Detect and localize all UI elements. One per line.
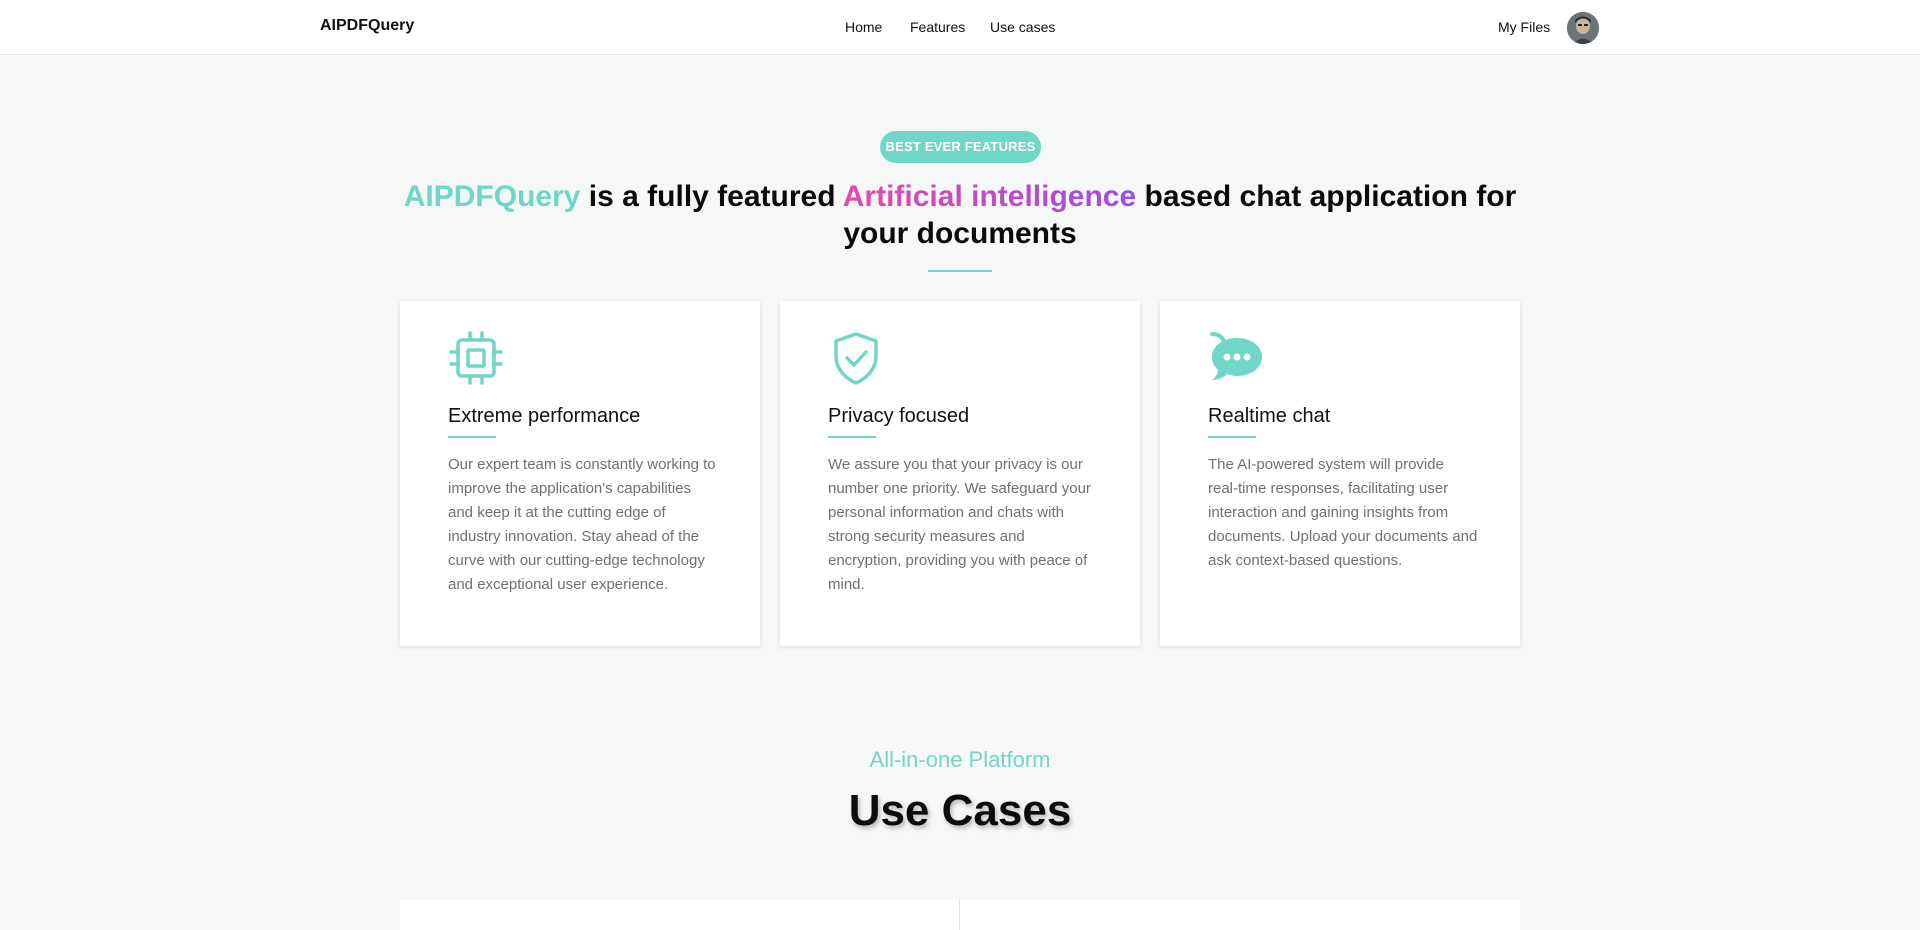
panel-divider [959, 900, 960, 930]
feature-title-underline [448, 436, 496, 438]
chat-bubble-icon [1208, 330, 1264, 386]
feature-title-underline [828, 436, 876, 438]
feature-description: We assure you that your privacy is our n… [828, 456, 1091, 593]
headline-underline [928, 270, 992, 272]
top-navbar: AIPDFQuery Home Features Use cases My Fi… [0, 0, 1920, 55]
feature-card-privacy: Privacy focused We assure you that your … [780, 301, 1140, 646]
user-avatar[interactable] [1567, 12, 1599, 44]
feature-card-realtime-chat: Realtime chat The AI-powered system will… [1160, 301, 1520, 646]
brand-logo[interactable]: AIPDFQuery [320, 17, 414, 35]
use-cases-panel [400, 900, 1520, 930]
section-title: Use Cases [848, 786, 1072, 835]
shield-check-icon [828, 330, 884, 386]
feature-description: Our expert team is constantly working to… [448, 456, 716, 593]
feature-title: Extreme performance [448, 405, 641, 427]
hero-headline: AIPDFQuery is a fully featured Artificia… [380, 178, 1540, 252]
headline-ai-highlight: Artificial intelligence [842, 180, 1137, 213]
headline-text-mid: is a fully featured [580, 180, 843, 213]
avatar-icon [1567, 12, 1599, 44]
my-files-link[interactable]: My Files [1498, 19, 1550, 35]
nav-use-cases[interactable]: Use cases [990, 19, 1055, 35]
features-badge: BEST EVER FEATURES [880, 131, 1041, 163]
feature-title-underline [1208, 436, 1256, 438]
feature-card-performance: Extreme performance Our expert team is c… [400, 301, 760, 646]
headline-brand: AIPDFQuery [403, 180, 581, 213]
feature-title: Realtime chat [1208, 405, 1331, 427]
nav-features[interactable]: Features [910, 19, 965, 35]
section-eyebrow: All-in-one Platform [869, 747, 1051, 772]
nav-home[interactable]: Home [845, 19, 882, 35]
feature-title: Privacy focused [828, 405, 970, 427]
feature-description: The AI-powered system will provide real-… [1208, 456, 1478, 569]
cpu-icon [448, 330, 504, 386]
